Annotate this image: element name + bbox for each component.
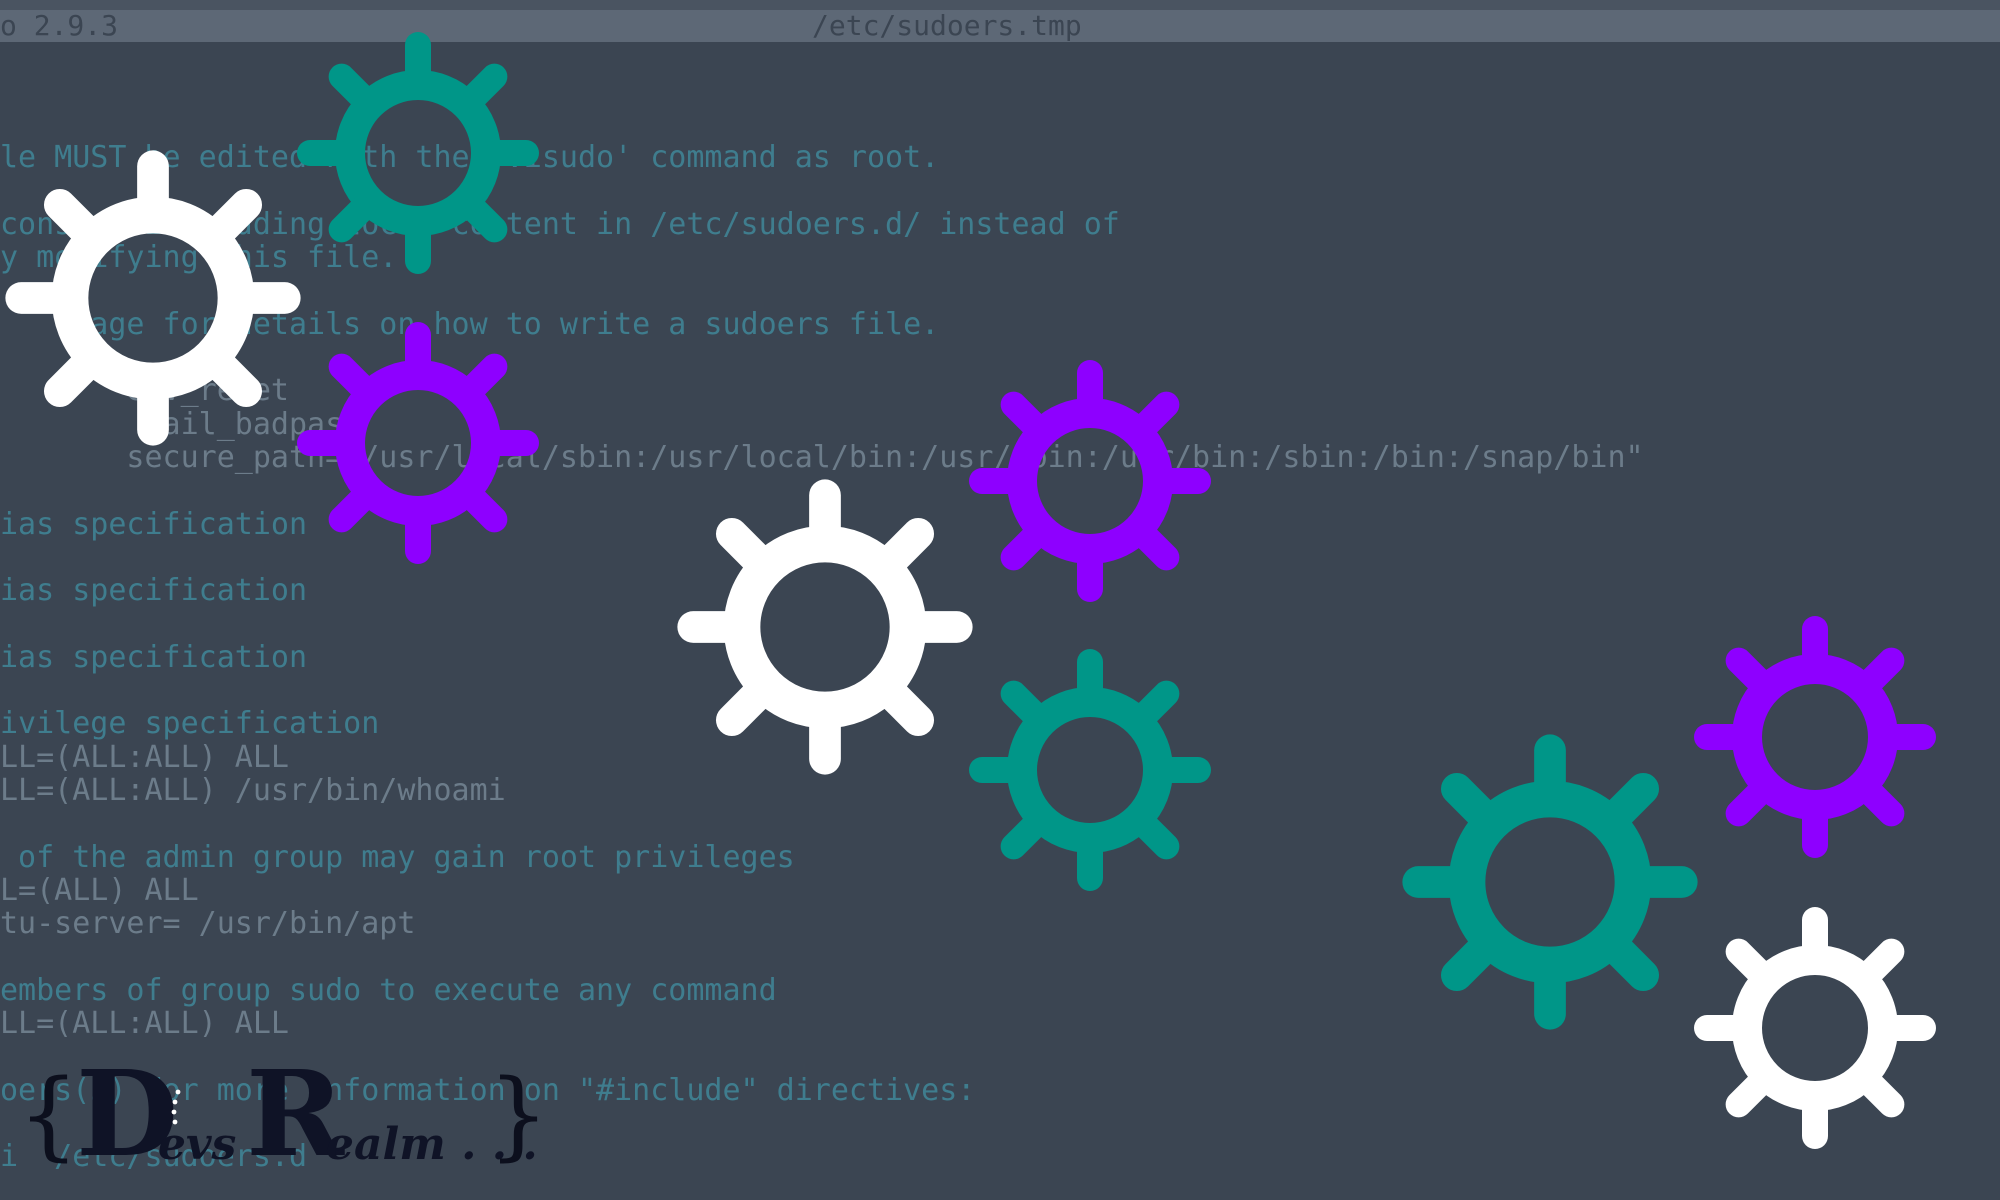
editor-line: of the admin group may gain root privile…	[0, 839, 795, 875]
editor-line: embers of group sudo to execute any comm…	[0, 972, 777, 1008]
logo-brace-left: {	[18, 1059, 80, 1171]
editor-line: le MUST be edited with the 'visudo' comm…	[0, 140, 940, 176]
editor-title-bar: o 2.9.3 /etc/sudoers.tmp	[0, 10, 2000, 42]
editor-line: LL=(ALL:ALL) /usr/bin/whoami	[0, 772, 506, 808]
editor-line: mail_badpass	[0, 406, 362, 442]
editor-line: page for details on how to write a sudoe…	[0, 306, 940, 342]
devsrealm-logo: { D evs R ealm . . . }	[18, 1054, 549, 1180]
editor-line: L=(ALL) ALL	[0, 872, 199, 908]
editor-version-label: o 2.9.3	[0, 9, 119, 42]
logo-brace-right: }	[488, 1059, 550, 1171]
editor-line: considering adding local content in /etc…	[0, 206, 1120, 242]
editor-line: secure_path="/usr/local/sbin:/usr/local/…	[0, 439, 1644, 475]
file-name-label: /etc/sudoers.tmp	[812, 9, 1082, 42]
editor-line: y modifying this file.	[0, 240, 398, 276]
editor-line: ias specification	[0, 639, 308, 675]
editor-line: ias specification	[0, 573, 308, 609]
editor-line: ivilege specification	[0, 706, 380, 742]
editor-line: ias specification	[0, 506, 308, 542]
editor-line: LL=(ALL:ALL) ALL	[0, 739, 289, 775]
editor-line: env_reset	[0, 373, 289, 409]
editor-text-area[interactable]: le MUST be edited with the 'visudo' comm…	[0, 108, 2000, 1174]
logo-text-evs: evs	[158, 1119, 237, 1170]
editor-line: LL=(ALL:ALL) ALL	[0, 1006, 289, 1042]
editor-line: tu-server= /usr/bin/apt	[0, 906, 416, 942]
